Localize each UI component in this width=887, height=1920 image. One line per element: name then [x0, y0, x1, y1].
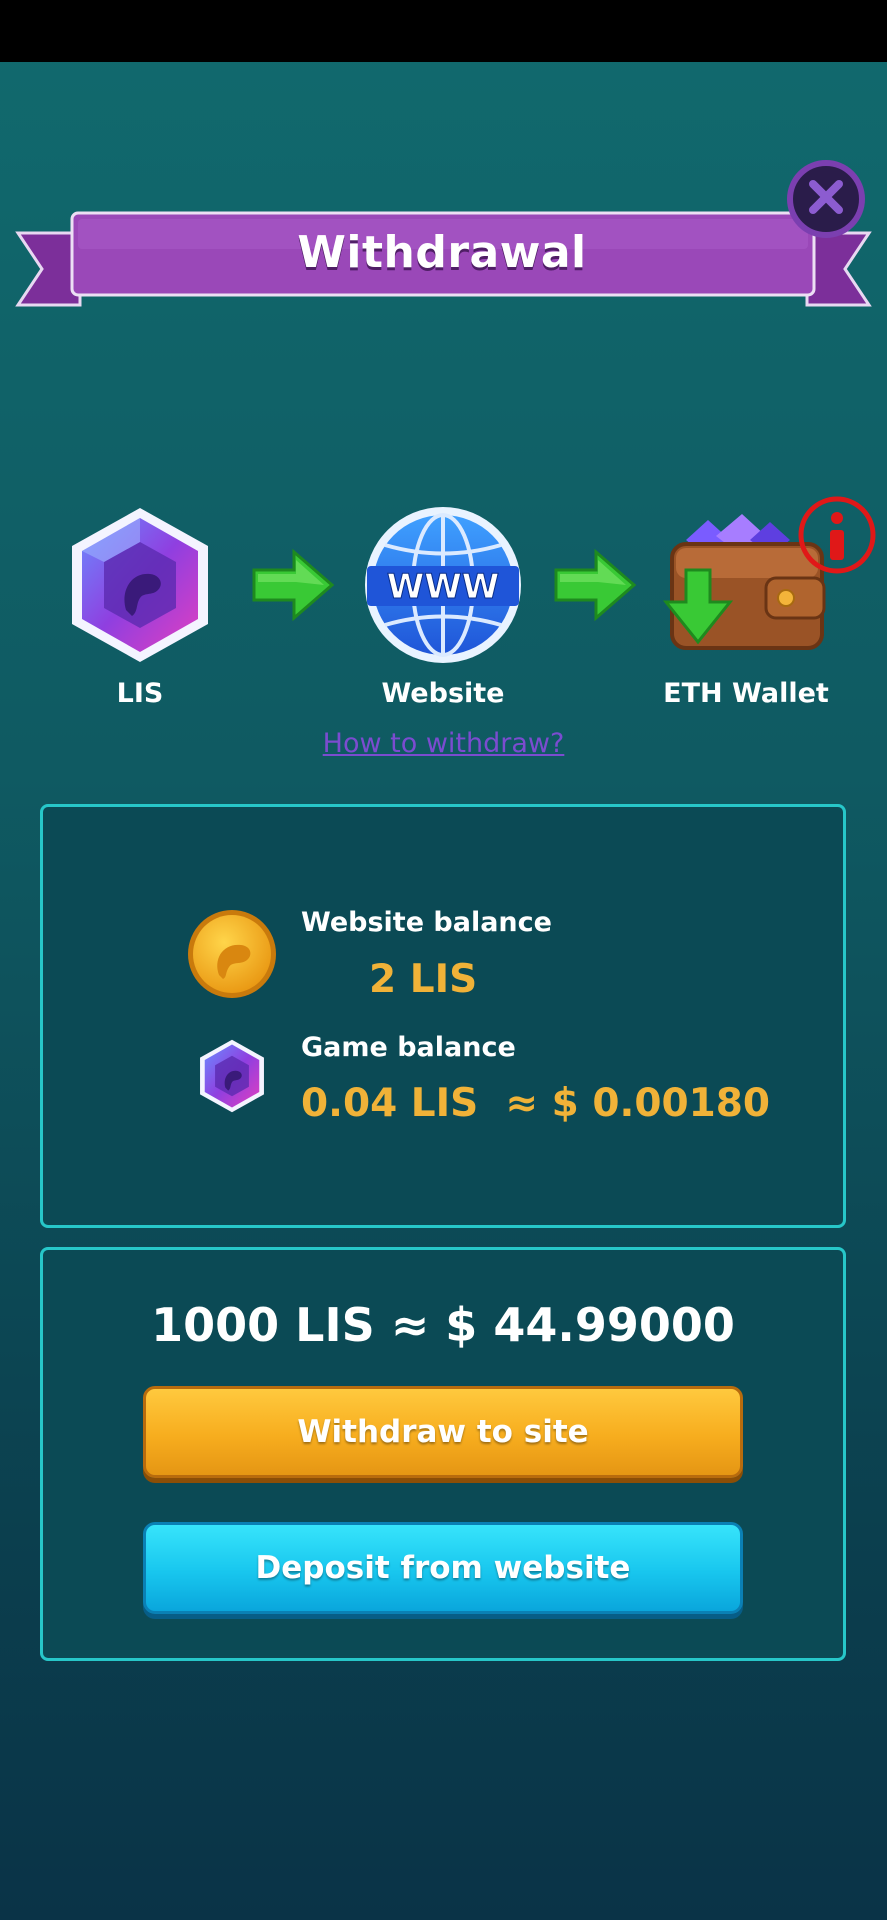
close-icon — [804, 175, 848, 223]
close-button[interactable] — [787, 160, 865, 238]
flow-label-website: Website — [381, 678, 505, 709]
flow-step-website: WWW Website — [343, 500, 543, 709]
balance-panel: Website balance 2 LIS Game balance 0.04 … — [40, 804, 846, 1228]
flow-step-eth-wallet: ETH Wallet — [646, 496, 876, 709]
arrow-right-icon — [552, 548, 638, 626]
exchange-panel: 1000 LIS ≈ $ 44.99000 Withdraw to site D… — [40, 1247, 846, 1661]
withdraw-flow: LIS WWW Website ETH Wallet — [0, 496, 887, 720]
info-icon[interactable] — [796, 494, 878, 580]
exchange-rate: 1000 LIS ≈ $ 44.99000 — [151, 1298, 735, 1352]
game-balance-value: 0.04 LIS ≈ $ 0.00180 — [301, 1081, 771, 1126]
game-balance-label: Game balance — [301, 1032, 516, 1063]
flow-label-lis: LIS — [116, 678, 164, 709]
website-balance-value: 2 LIS — [369, 957, 478, 1002]
flow-step-lis: LIS — [40, 500, 240, 709]
withdraw-to-site-button[interactable]: Withdraw to site — [143, 1386, 743, 1478]
flow-label-eth-wallet: ETH Wallet — [663, 678, 829, 709]
status-bar — [0, 0, 887, 62]
arrow-right-icon — [250, 548, 336, 626]
website-balance-label: Website balance — [301, 907, 552, 938]
title-ribbon: Withdrawal — [0, 205, 887, 315]
lis-coin-icon — [185, 907, 279, 1005]
globe-www-icon: WWW — [343, 507, 543, 674]
how-to-withdraw-link[interactable]: How to withdraw? — [0, 728, 887, 759]
deposit-from-website-button[interactable]: Deposit from website — [143, 1522, 743, 1614]
page-title: Withdrawal — [297, 227, 587, 278]
globe-text: WWW — [387, 567, 500, 607]
wallet-icon — [646, 514, 846, 674]
lis-gem-icon — [185, 1029, 279, 1127]
lis-gem-icon — [40, 508, 240, 674]
